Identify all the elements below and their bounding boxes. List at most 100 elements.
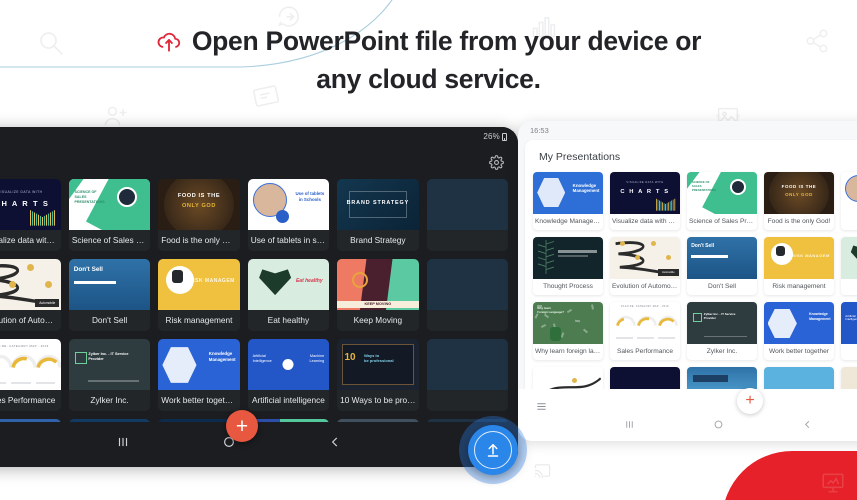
presentation-card[interactable]: Why learn Foreign Language? Why learn for… [533,302,603,360]
presentation-thumbnail: SCIENCE OF SALES PRESENTATIONS. [687,172,757,214]
recents-nav-button[interactable] [624,417,635,435]
presentation-card[interactable]: ArtificialIntelligence MachineLearning A… [841,302,857,360]
home-nav-button[interactable] [713,417,724,435]
presentation-thumbnail: Don't Sell [68,259,151,310]
presentation-card[interactable]: FOOD IS THE ONLY GOD Food is the only God… [764,172,834,230]
presentation-title: Sales Performance [0,395,56,405]
add-user-icon [104,106,127,126]
presentation-thumbnail: Zylker Inc. - IT Service Provider [687,302,757,344]
presentation-card[interactable] [426,179,508,251]
presentation-card[interactable]: VISUALIZE DATA WITH C H A R T S Visualiz… [610,172,680,230]
hero-banner: Open PowerPoint file from your device or… [0,0,857,126]
presentation-card[interactable] [426,339,508,411]
presentation-card[interactable]: Knowledge Management Work better together [158,339,240,411]
presentation-title: Food is the only God! [161,235,240,245]
presentation-thumbnail: FOOD IS THE ONLY GOD [764,172,834,214]
presentation-thumbnail: Use of tabletsin Schools [841,172,857,214]
presentation-card[interactable]: KEEP MOVING Keep Moving [337,259,419,331]
presentation-thumbnail: FOOD IS THE ONLY GOD [158,179,240,230]
presentation-title: Risk management [772,283,826,290]
presentation-card[interactable]: Don't Sell Don't Sell [687,237,757,295]
presentation-card[interactable]: FOOD IS THE ONLY GOD Food is the only God… [158,179,240,251]
hamburger-menu-icon[interactable] [536,399,547,417]
cast-icon [534,462,551,484]
presentation-title: Work better together [769,348,829,355]
add-presentation-fab[interactable]: + [226,410,258,442]
presentation-card[interactable]: 10 Ways to be professional 10 Ways to be p… [337,339,419,411]
dark-app-bar: tations [0,145,518,179]
presentation-thumbnail: VISUALIZE DATA WITH C H A R T S [0,179,61,230]
presentation-card[interactable]: Thought Process [533,237,603,295]
presentation-title: 10 Ways to be professi... [340,395,419,405]
presentation-card[interactable]: Automobile Evolution of Automobile [610,237,680,295]
dark-phone-mockup: 26% tations KnowledgeManagement...nagem.… [0,127,518,467]
presentation-card[interactable]: VISUALIZE DATA WITH C H A R T S Visualiz… [0,179,61,251]
light-status-bar: 16:53 [518,121,857,139]
presentation-card[interactable]: RISK MANAGEM Risk management [764,237,834,295]
presentation-title: Zylker Inc. [706,348,738,355]
hero-headline-line2: any cloud service. [316,64,541,95]
light-add-presentation-fab[interactable]: + [737,388,763,414]
presentation-thumbnail: Don't Sell [687,237,757,279]
presentation-card[interactable]: SCIENCE OF SALES PRESENTATIONS. Science of… [68,179,151,251]
presentation-card[interactable]: Eat healthy [841,237,857,295]
presentation-thumbnail: KEEP MOVING [337,259,419,310]
presentation-title: Science of Sales Prese... [71,235,150,245]
recents-nav-button[interactable] [116,435,130,454]
battery-percent-label: 26% [483,131,500,141]
presentation-title: Arti... [841,344,857,360]
presentation-title: Risk management [165,315,233,325]
presentation-title: Artificial intelligence [251,395,325,405]
presentation-card[interactable]: Knowledge Management Knowledge Managem... [533,172,603,230]
presentation-card[interactable]: Zylker Inc. - IT Service Provider Zylker … [68,339,151,411]
presentation-thumbnail: Eat healthy [841,237,857,279]
presentation-title: Zylker Inc. [90,395,129,405]
presentation-title: Evolution of Automobile [0,315,61,325]
presentation-thumbnail: PLAN RE: CATEGORY MAP - 2019 [610,302,680,344]
presentation-card[interactable]: ArtificialIntelligence MachineLearning A… [247,339,330,411]
hero-text: Open PowerPoint file from your device or… [0,26,857,95]
light-content-card: My Presentations Knowledge Management Know… [525,140,857,420]
presentation-card[interactable]: PLAN RE: CATEGORY MAP - 2019 Sales Perfo… [0,339,61,411]
presentation-card[interactable] [426,259,508,331]
back-nav-button[interactable] [802,417,813,435]
presentation-title [427,390,508,401]
presentation-card[interactable]: Knowledge Management Work better together [764,302,834,360]
presentation-title: Knowledge Managem... [535,218,603,225]
presentation-title: Use o... [841,214,857,230]
gear-icon[interactable] [489,154,504,170]
presentation-thumbnail: ArtificialIntelligence MachineLearning [247,339,330,390]
light-phone-mockup: 16:53 My Presentations Knowledge Manageme… [518,121,857,441]
presentation-title: Keep Moving [353,315,403,325]
presentation-thumbnail: VISUALIZE DATA WITH C H A R T S [610,172,680,214]
presentation-card[interactable]: Automobile Evolution of Automobile [0,259,61,331]
presentation-card[interactable]: Use of tablets in Schools Use of tablets … [247,179,330,251]
presentation-thumbnail: ArtificialIntelligence MachineLearning [841,302,857,344]
presentation-title [841,279,857,288]
hero-headline-line1: Open PowerPoint file from your device or [0,26,857,61]
presentation-card[interactable]: Don't Sell Don't Sell [68,259,151,331]
light-system-navbar [518,417,857,435]
presentation-card[interactable]: RISK MANAGEM Risk management [158,259,240,331]
presentation-title: Don't Sell [707,283,736,290]
presentation-thumbnail: Zylker Inc. - IT Service Provider [68,339,151,390]
presentation-card[interactable]: SCIENCE OF SALES PRESENTATIONS. Science of… [687,172,757,230]
presentation-card[interactable]: Eat healthy Eat healthy [247,259,330,331]
cloud-upload-icon [156,29,182,61]
presentation-thumbnail: Knowledge Management [764,302,834,344]
presentation-title [427,230,508,241]
presentation-card[interactable]: Zylker Inc. - IT Service Provider Zylker … [687,302,757,360]
presentation-title: Don't Sell [91,315,128,325]
presentation-screen-icon [820,470,846,500]
presentation-title: Visualize data with cha... [0,235,61,245]
presentation-card[interactable]: PLAN RE: CATEGORY MAP - 2019 Sales Perfo… [610,302,680,360]
presentation-card[interactable]: BRAND STRATEGY Brand Strategy [337,179,419,251]
presentation-title [427,310,508,321]
presentation-thumbnail: Automobile [610,237,680,279]
presentation-thumbnail: Use of tabletsin Schools [247,179,330,230]
upload-fab[interactable] [468,425,518,475]
presentation-title: Brand Strategy [350,235,406,245]
back-nav-button[interactable] [328,435,342,454]
presentation-card[interactable]: Use of tabletsin Schools Use o... [841,172,857,230]
presentation-title: Food is the only God! [767,218,831,225]
